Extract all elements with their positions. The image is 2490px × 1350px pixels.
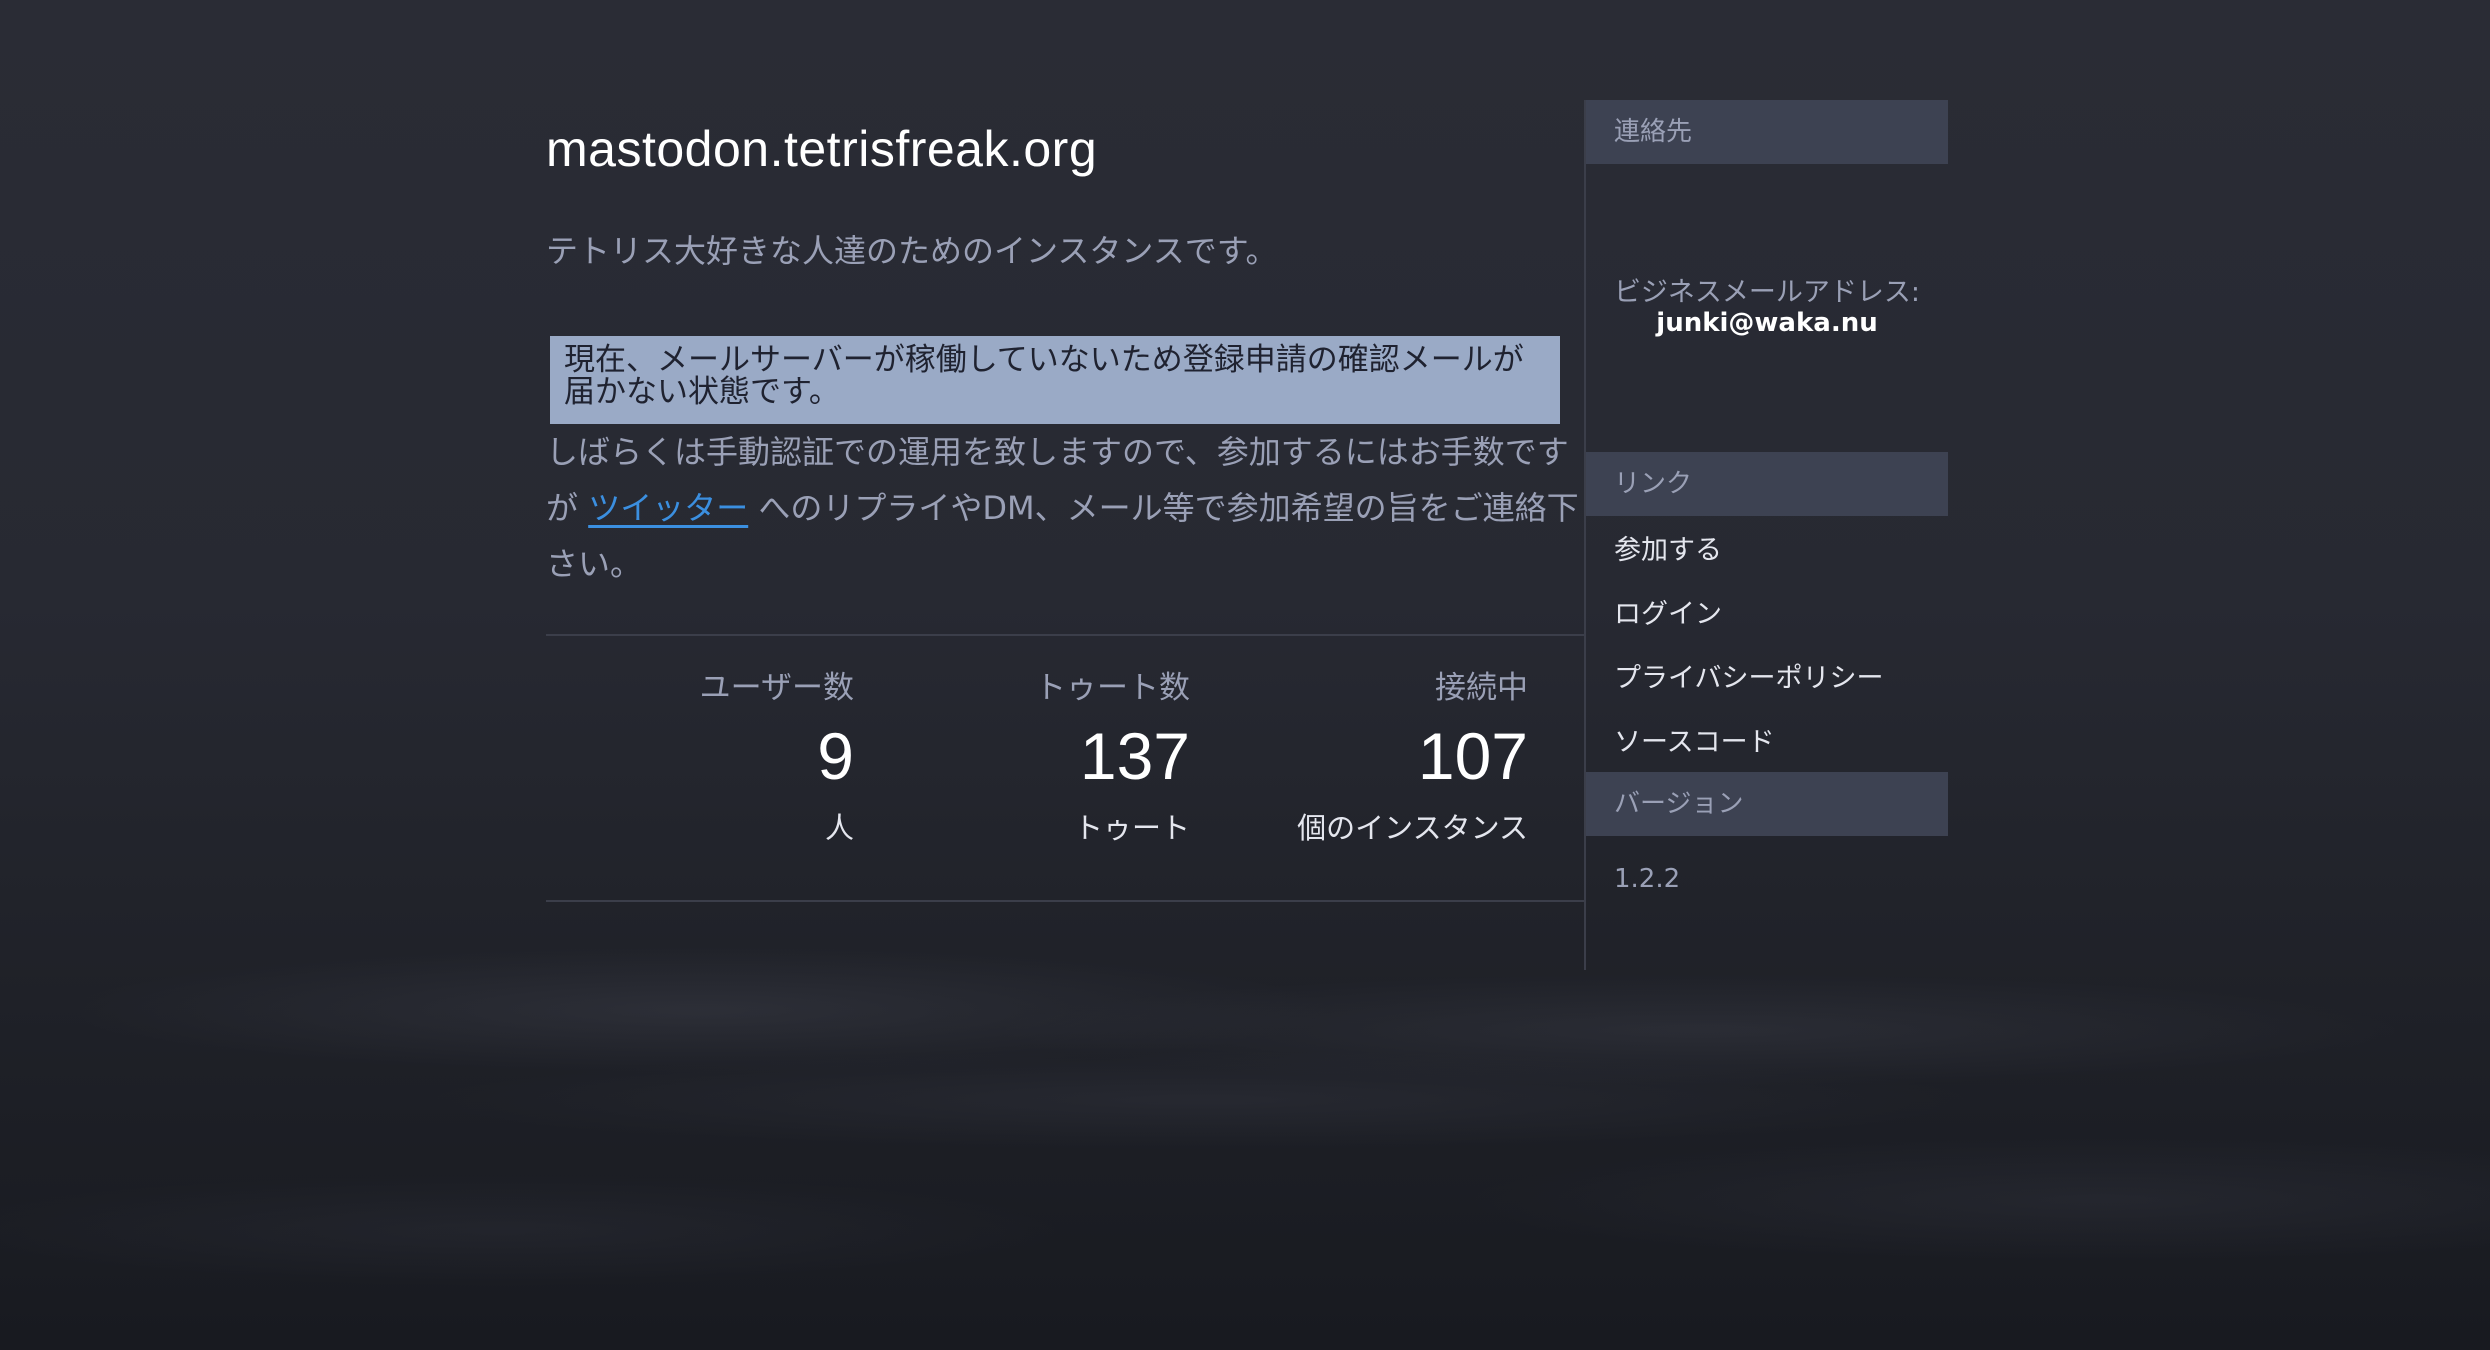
stat-toots-value: 137 — [1079, 719, 1190, 793]
stat-users-label: ユーザー数 — [699, 670, 854, 706]
contact-email[interactable]: junki@waka.nu — [1586, 308, 1948, 338]
notice-text: しばらくは手動認証での運用を致しますので、参加するにはお手数ですが ツイッター … — [546, 424, 1586, 592]
version-number: 1.2.2 — [1614, 864, 1681, 894]
stat-instances-unit: 個のインスタンス — [1297, 811, 1528, 845]
sidebar-link-signup[interactable]: 参加する — [1614, 528, 1722, 567]
version-header: バージョン — [1586, 772, 1948, 836]
stat-instances-label: 接続中 — [1435, 670, 1528, 706]
twitter-link[interactable]: ツイッター — [588, 489, 748, 527]
sidebar: 連絡先 ビジネスメールアドレス: junki@waka.nu リンク 参加する … — [1584, 100, 1948, 970]
sidebar-link-source-code[interactable]: ソースコード — [1614, 720, 1775, 759]
notice-highlight: 現在、メールサーバーが稼働していないため登録申請の確認メールが届かない状態です。 — [550, 336, 1560, 424]
links-header: リンク — [1586, 452, 1948, 516]
sidebar-link-login[interactable]: ログイン — [1614, 592, 1722, 631]
site-title: mastodon.tetrisfreak.org — [546, 121, 1098, 177]
site-description: テトリス大好きな人達のためのインスタンスです。 — [546, 232, 1278, 270]
stat-instances: 接続中 107 個のインスタンス — [1297, 660, 1528, 860]
stat-users: ユーザー数 9 人 — [700, 660, 854, 860]
stat-users-value: 9 — [817, 719, 854, 793]
stat-toots-label: トゥート数 — [1035, 670, 1190, 706]
sidebar-link-privacy-policy[interactable]: プライバシーポリシー — [1614, 656, 1883, 695]
stat-toots: トゥート数 137 トゥート — [1035, 660, 1190, 860]
stats-divider-bottom — [546, 900, 1586, 902]
contact-header: 連絡先 — [1586, 100, 1948, 164]
contact-label: ビジネスメールアドレス: — [1613, 277, 1921, 308]
stat-toots-unit: トゥート — [1073, 811, 1190, 845]
stat-instances-value: 107 — [1417, 719, 1528, 793]
background — [0, 0, 2490, 1350]
stat-users-unit: 人 — [824, 811, 854, 845]
stats-divider-top — [546, 634, 1586, 636]
